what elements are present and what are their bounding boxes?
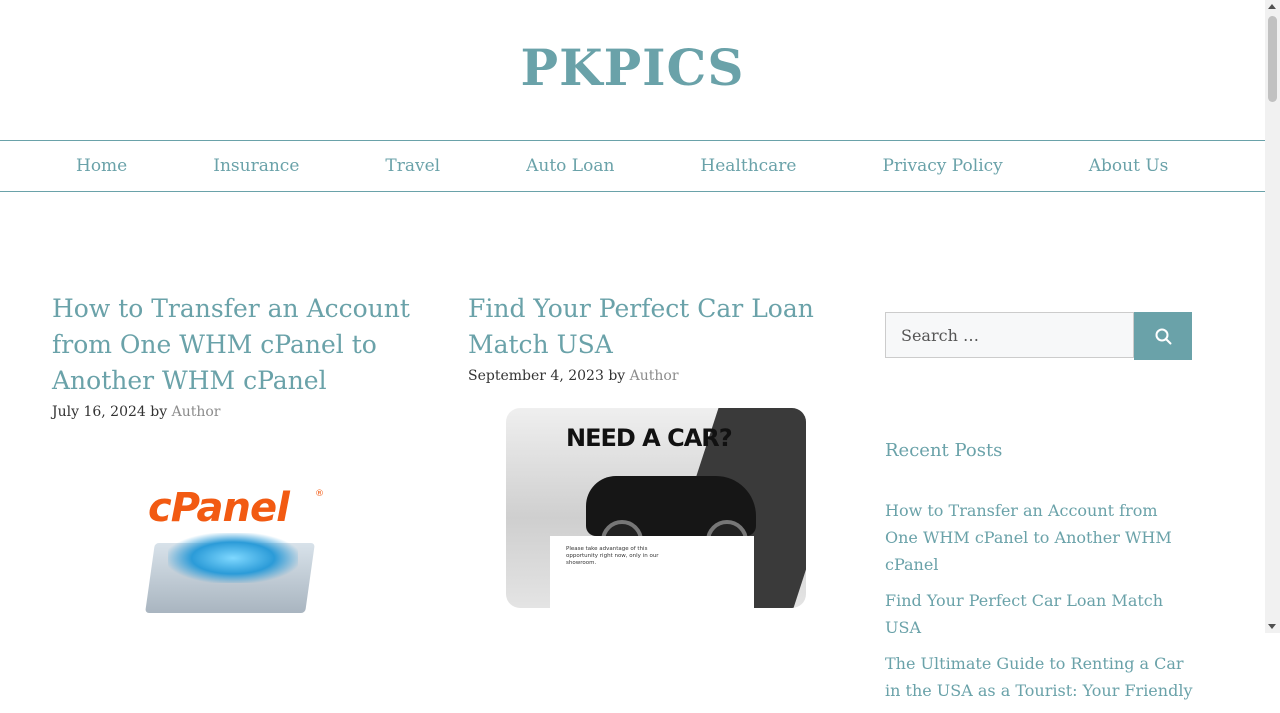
search-icon — [1155, 328, 1171, 344]
cpanel-logo: cPanel — [148, 485, 290, 531]
post-card: Find Your Perfect Car Loan Match USA Sep… — [468, 291, 828, 384]
scroll-up-arrow-icon[interactable] — [1268, 4, 1276, 9]
post-title[interactable]: How to Transfer an Account from One WHM … — [52, 291, 412, 399]
recent-post-link[interactable]: How to Transfer an Account from One WHM … — [885, 501, 1172, 574]
nav-item-privacy-policy[interactable]: Privacy Policy — [840, 156, 1046, 176]
recent-post-link[interactable]: The Ultimate Guide to Renting a Car in t… — [885, 654, 1192, 700]
post-author-link[interactable]: Author — [172, 404, 221, 420]
scroll-down-arrow-icon[interactable] — [1268, 624, 1276, 629]
site-title[interactable]: PKPICS — [0, 38, 1265, 97]
post-by: by — [608, 368, 626, 384]
ad-headline: NEED A CAR? — [566, 424, 733, 452]
recent-post-link[interactable]: Find Your Perfect Car Loan Match USA — [885, 591, 1163, 637]
recent-posts-heading: Recent Posts — [885, 440, 1003, 461]
post-featured-image[interactable]: cPanel ® — [120, 475, 335, 633]
search-button[interactable] — [1134, 312, 1192, 360]
post-meta: July 16, 2024 by Author — [52, 404, 412, 420]
scrollbar-thumb[interactable] — [1268, 16, 1277, 102]
post-featured-image[interactable]: NEED A CAR? Please take advantage of thi… — [506, 408, 806, 608]
post-author-link[interactable]: Author — [630, 368, 679, 384]
post-meta: September 4, 2023 by Author — [468, 368, 828, 384]
post-title[interactable]: Find Your Perfect Car Loan Match USA — [468, 291, 828, 363]
post-date: July 16, 2024 — [52, 404, 146, 420]
server-glow — [168, 533, 298, 583]
nav-item-travel[interactable]: Travel — [342, 156, 483, 176]
main-navigation: Home Insurance Travel Auto Loan Healthca… — [0, 140, 1265, 192]
recent-posts-list: How to Transfer an Account from One WHM … — [885, 497, 1195, 713]
nav-item-auto-loan[interactable]: Auto Loan — [483, 156, 657, 176]
post-card: How to Transfer an Account from One WHM … — [52, 291, 412, 420]
search-input[interactable] — [885, 312, 1134, 358]
post-date: September 4, 2023 — [468, 368, 604, 384]
ad-fine-print: Please take advantage of this opportunit… — [566, 546, 659, 566]
post-by: by — [150, 404, 168, 420]
nav-item-about-us[interactable]: About Us — [1046, 156, 1212, 176]
list-item: The Ultimate Guide to Renting a Car in t… — [885, 650, 1195, 704]
page-scrollbar[interactable] — [1265, 0, 1280, 633]
search-form — [885, 312, 1192, 360]
nav-item-insurance[interactable]: Insurance — [170, 156, 342, 176]
nav-item-healthcare[interactable]: Healthcare — [657, 156, 839, 176]
nav-item-home[interactable]: Home — [0, 156, 170, 176]
cpanel-registered-mark: ® — [315, 489, 324, 499]
list-item: How to Transfer an Account from One WHM … — [885, 497, 1195, 578]
